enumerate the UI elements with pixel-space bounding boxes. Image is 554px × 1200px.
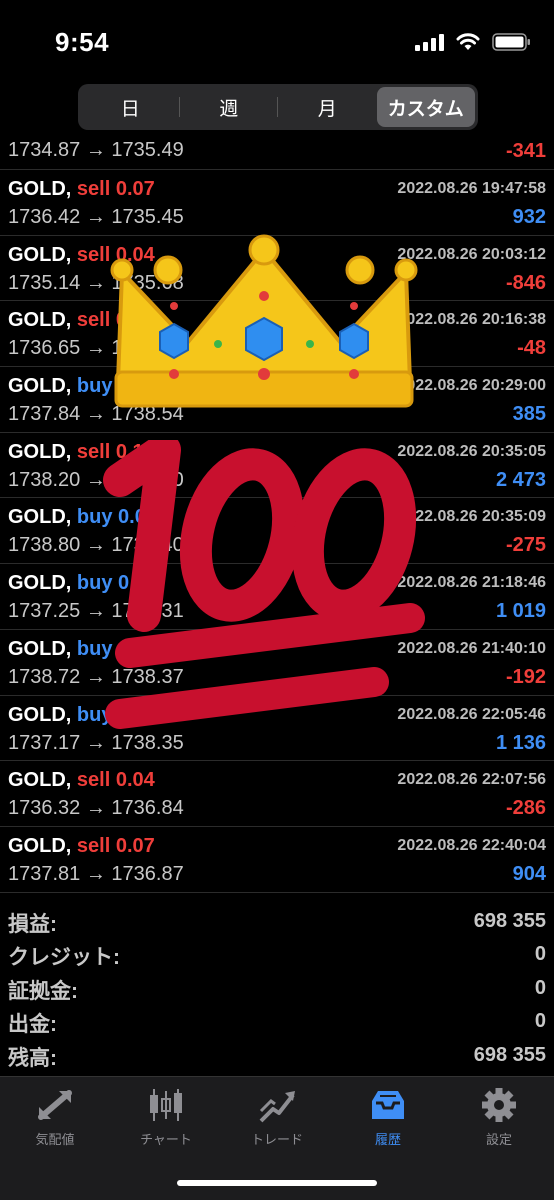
list-item[interactable]: GOLD, sell 0.07 2022.08.26 19:47:58 1736.4…	[0, 170, 554, 236]
tab-trade[interactable]: トレード	[222, 1087, 332, 1148]
trade-symbol: GOLD,	[8, 243, 72, 266]
tab-label: トレード	[250, 1132, 303, 1147]
trade-symbol: GOLD,	[8, 572, 72, 595]
list-item[interactable]: GOLD, sell 0.04 2022.08.26 22:07:56 1736.3…	[0, 761, 554, 827]
trade-side: sell	[76, 834, 111, 857]
summary-value: 0	[534, 943, 546, 966]
trade-side: sell	[76, 769, 111, 792]
wifi-icon	[456, 33, 480, 50]
tab-history[interactable]: 履歴	[333, 1087, 443, 1148]
history-inbox-icon	[372, 1091, 404, 1119]
summary-value: 0	[534, 1010, 546, 1033]
trade-symbol: GOLD,	[8, 506, 72, 529]
trade-prices: 1737.81 → 1736.87	[8, 862, 184, 885]
tab-label: 設定	[485, 1132, 512, 1147]
summary-withdrawal-row: 出金: 0	[0, 1006, 554, 1039]
summary-credit-row: クレジット: 0	[0, 939, 554, 972]
trade-symbol: GOLD,	[8, 769, 72, 792]
summary-label: 損益:	[8, 913, 57, 936]
trade-profit: -48	[517, 337, 546, 360]
trade-profit: -192	[505, 665, 546, 688]
segment-month[interactable]: 月	[278, 87, 377, 127]
trade-profit: 932	[512, 206, 546, 228]
summary-label: 残高:	[8, 1046, 57, 1070]
gear-icon	[482, 1088, 516, 1122]
trade-profit: 2 473	[495, 468, 546, 491]
tab-label: 気配値	[35, 1132, 75, 1147]
summary-label: 証拠金:	[8, 979, 78, 1003]
trade-symbol: GOLD,	[8, 178, 72, 200]
trade-prices: 1734.87 → 1735.49	[8, 139, 184, 161]
tab-settings[interactable]: 設定	[444, 1087, 554, 1148]
tab-label: 履歴	[374, 1132, 401, 1147]
trade-symbol: GOLD,	[8, 375, 72, 398]
trade-volume: 0.04	[115, 769, 155, 792]
trade-datetime: 2022.08.26 22:40:04	[397, 836, 546, 854]
summary-margin-row: 証拠金: 0	[0, 973, 554, 1006]
summary-value: 698 355	[473, 1043, 546, 1066]
trade-side: sell	[76, 243, 111, 266]
trade-datetime: 2022.08.26 22:07:56	[397, 771, 546, 789]
segment-custom[interactable]: カスタム	[376, 87, 475, 127]
trade-title: GOLD, sell 0.07	[8, 835, 155, 858]
trade-profit: -286	[505, 797, 546, 820]
trade-profit: 904	[512, 862, 546, 885]
crown-emoji-sticker	[110, 234, 418, 408]
status-icons	[415, 32, 532, 52]
trade-prices: 1736.32 → 1736.84	[8, 797, 184, 820]
cellular-signal-icon	[415, 33, 444, 51]
tab-chart[interactable]: チャート	[111, 1087, 221, 1148]
status-bar: 9:54	[0, 0, 554, 84]
summary-value: 698 355	[473, 910, 546, 932]
home-indicator	[177, 1180, 377, 1186]
battery-icon	[492, 33, 530, 51]
trade-symbol: GOLD,	[8, 309, 72, 332]
trade-icon	[259, 1091, 295, 1123]
trade-profit: -341	[505, 140, 546, 162]
tab-quotes[interactable]: 気配値	[0, 1087, 110, 1148]
trade-volume: 0.07	[115, 834, 155, 857]
trade-symbol: GOLD,	[8, 703, 72, 726]
summary-label: 出金:	[8, 1013, 57, 1037]
trade-profit: 1 019	[495, 600, 546, 623]
list-item[interactable]: GOLD, sell 0.07 2022.08.26 22:40:04 1737.8…	[0, 827, 554, 893]
trade-prices: 1736.42 → 1735.45	[8, 206, 184, 228]
account-summary: 損益: 698 355 クレジット: 0 証拠金: 0 出金: 0 残高: 69…	[0, 906, 554, 1073]
history-screen: 9:54 日 週 月 カスタム 1734.87 → 1735.49 -341 G…	[0, 0, 554, 1200]
trade-symbol: GOLD,	[8, 834, 72, 857]
trade-title: GOLD, sell 0.04	[8, 769, 155, 792]
trade-profit: 1 136	[495, 731, 546, 754]
summary-profit-row: 損益: 698 355	[0, 906, 554, 939]
period-segmented-control: 日 週 月 カスタム	[78, 84, 478, 130]
segment-day[interactable]: 日	[81, 87, 180, 127]
quotes-icon	[38, 1090, 72, 1120]
segment-week[interactable]: 週	[180, 87, 279, 127]
trade-datetime: 2022.08.26 19:47:58	[397, 180, 546, 197]
trade-side: sell	[76, 309, 111, 332]
trade-profit: -275	[505, 534, 546, 557]
summary-label: クレジット:	[8, 946, 120, 970]
status-time: 9:54	[55, 27, 110, 57]
hundred-points-emoji-sticker	[103, 440, 425, 729]
summary-balance-row: 残高: 698 355	[0, 1040, 554, 1073]
trade-profit: 385	[512, 403, 546, 426]
trade-side: sell	[76, 178, 111, 200]
candlestick-chart-icon	[150, 1089, 182, 1121]
summary-value: 0	[534, 976, 546, 999]
trade-symbol: GOLD,	[8, 440, 72, 463]
list-item[interactable]: 1734.87 → 1735.49 -341	[0, 137, 554, 170]
trade-volume: 0.07	[115, 178, 155, 200]
tab-label: チャート	[140, 1132, 192, 1147]
trade-title: GOLD, sell 0.07	[8, 178, 155, 201]
trade-profit: -846	[505, 271, 546, 294]
trade-symbol: GOLD,	[8, 637, 72, 660]
